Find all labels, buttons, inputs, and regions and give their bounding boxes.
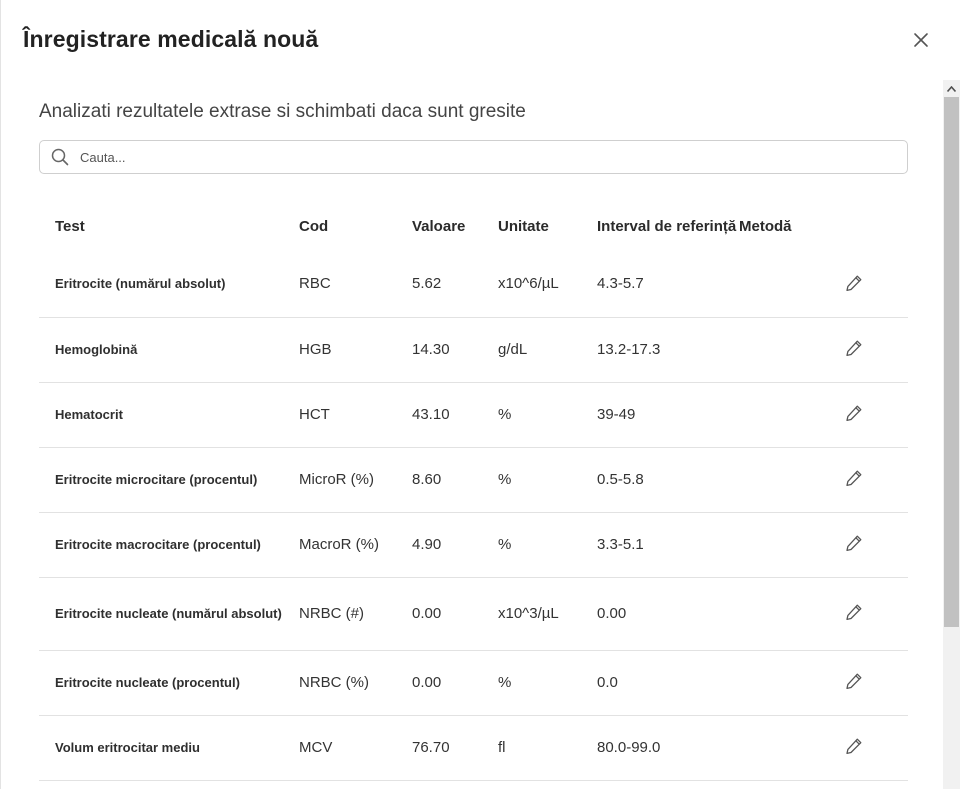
pencil-icon xyxy=(846,470,862,487)
table-row: Volum eritrocitar mediu MCV 76.70 fl 80.0-99… xyxy=(39,715,908,781)
search-box xyxy=(39,140,908,174)
value-cell: 5.62 xyxy=(412,252,498,318)
code-cell: HGB xyxy=(299,317,412,383)
close-button[interactable] xyxy=(907,26,935,54)
dialog-header: Înregistrare medicală nouă xyxy=(1,0,959,80)
search-icon xyxy=(51,148,69,166)
reference-cell: 3.3-5.1 xyxy=(597,512,739,578)
edit-row-button[interactable] xyxy=(843,534,865,556)
reference-cell: 39-49 xyxy=(597,382,739,448)
reference-cell: 0.00 xyxy=(597,577,739,651)
pencil-icon xyxy=(846,405,862,422)
unit-cell: % xyxy=(498,382,597,448)
dialog-title: Înregistrare medicală nouă xyxy=(23,26,319,52)
code-cell: RBC xyxy=(299,252,412,318)
column-header-reference: Interval de referință xyxy=(597,218,737,235)
edit-row-button[interactable] xyxy=(843,737,865,759)
scroll-up-button[interactable] xyxy=(943,80,960,97)
unit-cell: x10^3/µL xyxy=(498,577,597,651)
reference-cell: 4.3-5.7 xyxy=(597,252,739,318)
code-cell: MCV xyxy=(299,715,412,781)
code-cell: HCT xyxy=(299,382,412,448)
method-and-actions-cell xyxy=(739,317,908,383)
chevron-up-icon xyxy=(947,85,956,92)
reference-cell: 13.2-17.3 xyxy=(597,317,739,383)
code-cell: NRBC (%) xyxy=(299,650,412,716)
code-cell: MacroR (%) xyxy=(299,512,412,578)
column-header-test: Test xyxy=(55,218,85,235)
reference-cell: 80.0-99.0 xyxy=(597,715,739,781)
test-name-cell: Volum eritrocitar mediu xyxy=(39,715,299,781)
reference-cell: 0.5-5.8 xyxy=(597,447,739,513)
code-cell: MicroR (%) xyxy=(299,447,412,513)
pencil-icon xyxy=(846,673,862,690)
table-row: Eritrocite microcitare (procentul) MicroR… xyxy=(39,447,908,513)
pencil-icon xyxy=(846,604,862,621)
table-header-row: Test Cod Valoare Unitate Interval de ref… xyxy=(39,196,908,252)
column-header-unit: Unitate xyxy=(498,218,549,235)
unit-cell: % xyxy=(498,650,597,716)
pencil-icon xyxy=(846,738,862,755)
unit-cell: g/dL xyxy=(498,317,597,383)
method-and-actions-cell xyxy=(739,577,908,651)
unit-cell: % xyxy=(498,447,597,513)
edit-row-button[interactable] xyxy=(843,672,865,694)
test-name-cell: Hematocrit xyxy=(39,382,299,448)
method-and-actions-cell xyxy=(739,715,908,781)
column-header-code: Cod xyxy=(299,218,329,235)
method-and-actions-cell xyxy=(739,382,908,448)
value-cell: 0.00 xyxy=(412,577,498,651)
unit-cell: fl xyxy=(498,715,597,781)
test-name-cell: Eritrocite nucleate (procentul) xyxy=(39,650,299,716)
value-cell: 43.10 xyxy=(412,382,498,448)
method-and-actions-cell xyxy=(739,650,908,716)
medical-record-dialog: Înregistrare medicală nouă Analizati rez… xyxy=(0,0,960,789)
column-header-method: Metodă xyxy=(739,218,792,235)
test-name-cell: Eritrocite macrocitare (procentul) xyxy=(39,512,299,578)
method-and-actions-cell xyxy=(739,252,908,318)
edit-row-button[interactable] xyxy=(843,273,865,295)
search-input[interactable] xyxy=(80,145,880,169)
value-cell: 76.70 xyxy=(412,715,498,781)
reference-cell: 0.0 xyxy=(597,650,739,716)
edit-row-button[interactable] xyxy=(843,404,865,426)
test-name-cell: Eritrocite (numărul absolut) xyxy=(39,252,299,318)
edit-row-button[interactable] xyxy=(843,469,865,491)
value-cell: 14.30 xyxy=(412,317,498,383)
value-cell: 0.00 xyxy=(412,650,498,716)
results-table: Test Cod Valoare Unitate Interval de ref… xyxy=(39,196,908,781)
pencil-icon xyxy=(846,535,862,552)
pencil-icon xyxy=(846,340,862,357)
table-row: Eritrocite (numărul absolut) RBC 5.62 x10^6… xyxy=(39,252,908,318)
table-body: Eritrocite (numărul absolut) RBC 5.62 x10^6… xyxy=(39,252,908,781)
table-row: Eritrocite macrocitare (procentul) MacroR… xyxy=(39,512,908,578)
code-cell: NRBC (#) xyxy=(299,577,412,651)
method-and-actions-cell xyxy=(739,512,908,578)
method-and-actions-cell xyxy=(739,447,908,513)
table-row: Hemoglobină HGB 14.30 g/dL 13.2-17.3 xyxy=(39,317,908,383)
test-name-cell: Eritrocite microcitare (procentul) xyxy=(39,447,299,513)
value-cell: 8.60 xyxy=(412,447,498,513)
scrollbar-thumb[interactable] xyxy=(944,97,959,627)
test-name-cell: Hemoglobină xyxy=(39,317,299,383)
table-row: Eritrocite nucleate (procentul) NRBC (%) 0… xyxy=(39,650,908,716)
unit-cell: % xyxy=(498,512,597,578)
close-icon xyxy=(914,33,928,47)
edit-row-button[interactable] xyxy=(843,339,865,361)
value-cell: 4.90 xyxy=(412,512,498,578)
column-header-value: Valoare xyxy=(412,218,466,235)
edit-row-button[interactable] xyxy=(843,603,865,625)
vertical-scrollbar[interactable] xyxy=(943,80,960,789)
unit-cell: x10^6/µL xyxy=(498,252,597,318)
pencil-icon xyxy=(846,275,862,291)
table-row: Hematocrit HCT 43.10% 39-49 xyxy=(39,382,908,448)
table-row: Eritrocite nucleate (numărul absolut) NRB… xyxy=(39,577,908,651)
instructions-text: Analizati rezultatele extrase si schimba… xyxy=(39,101,526,122)
test-name-cell: Eritrocite nucleate (numărul absolut) xyxy=(39,577,299,651)
